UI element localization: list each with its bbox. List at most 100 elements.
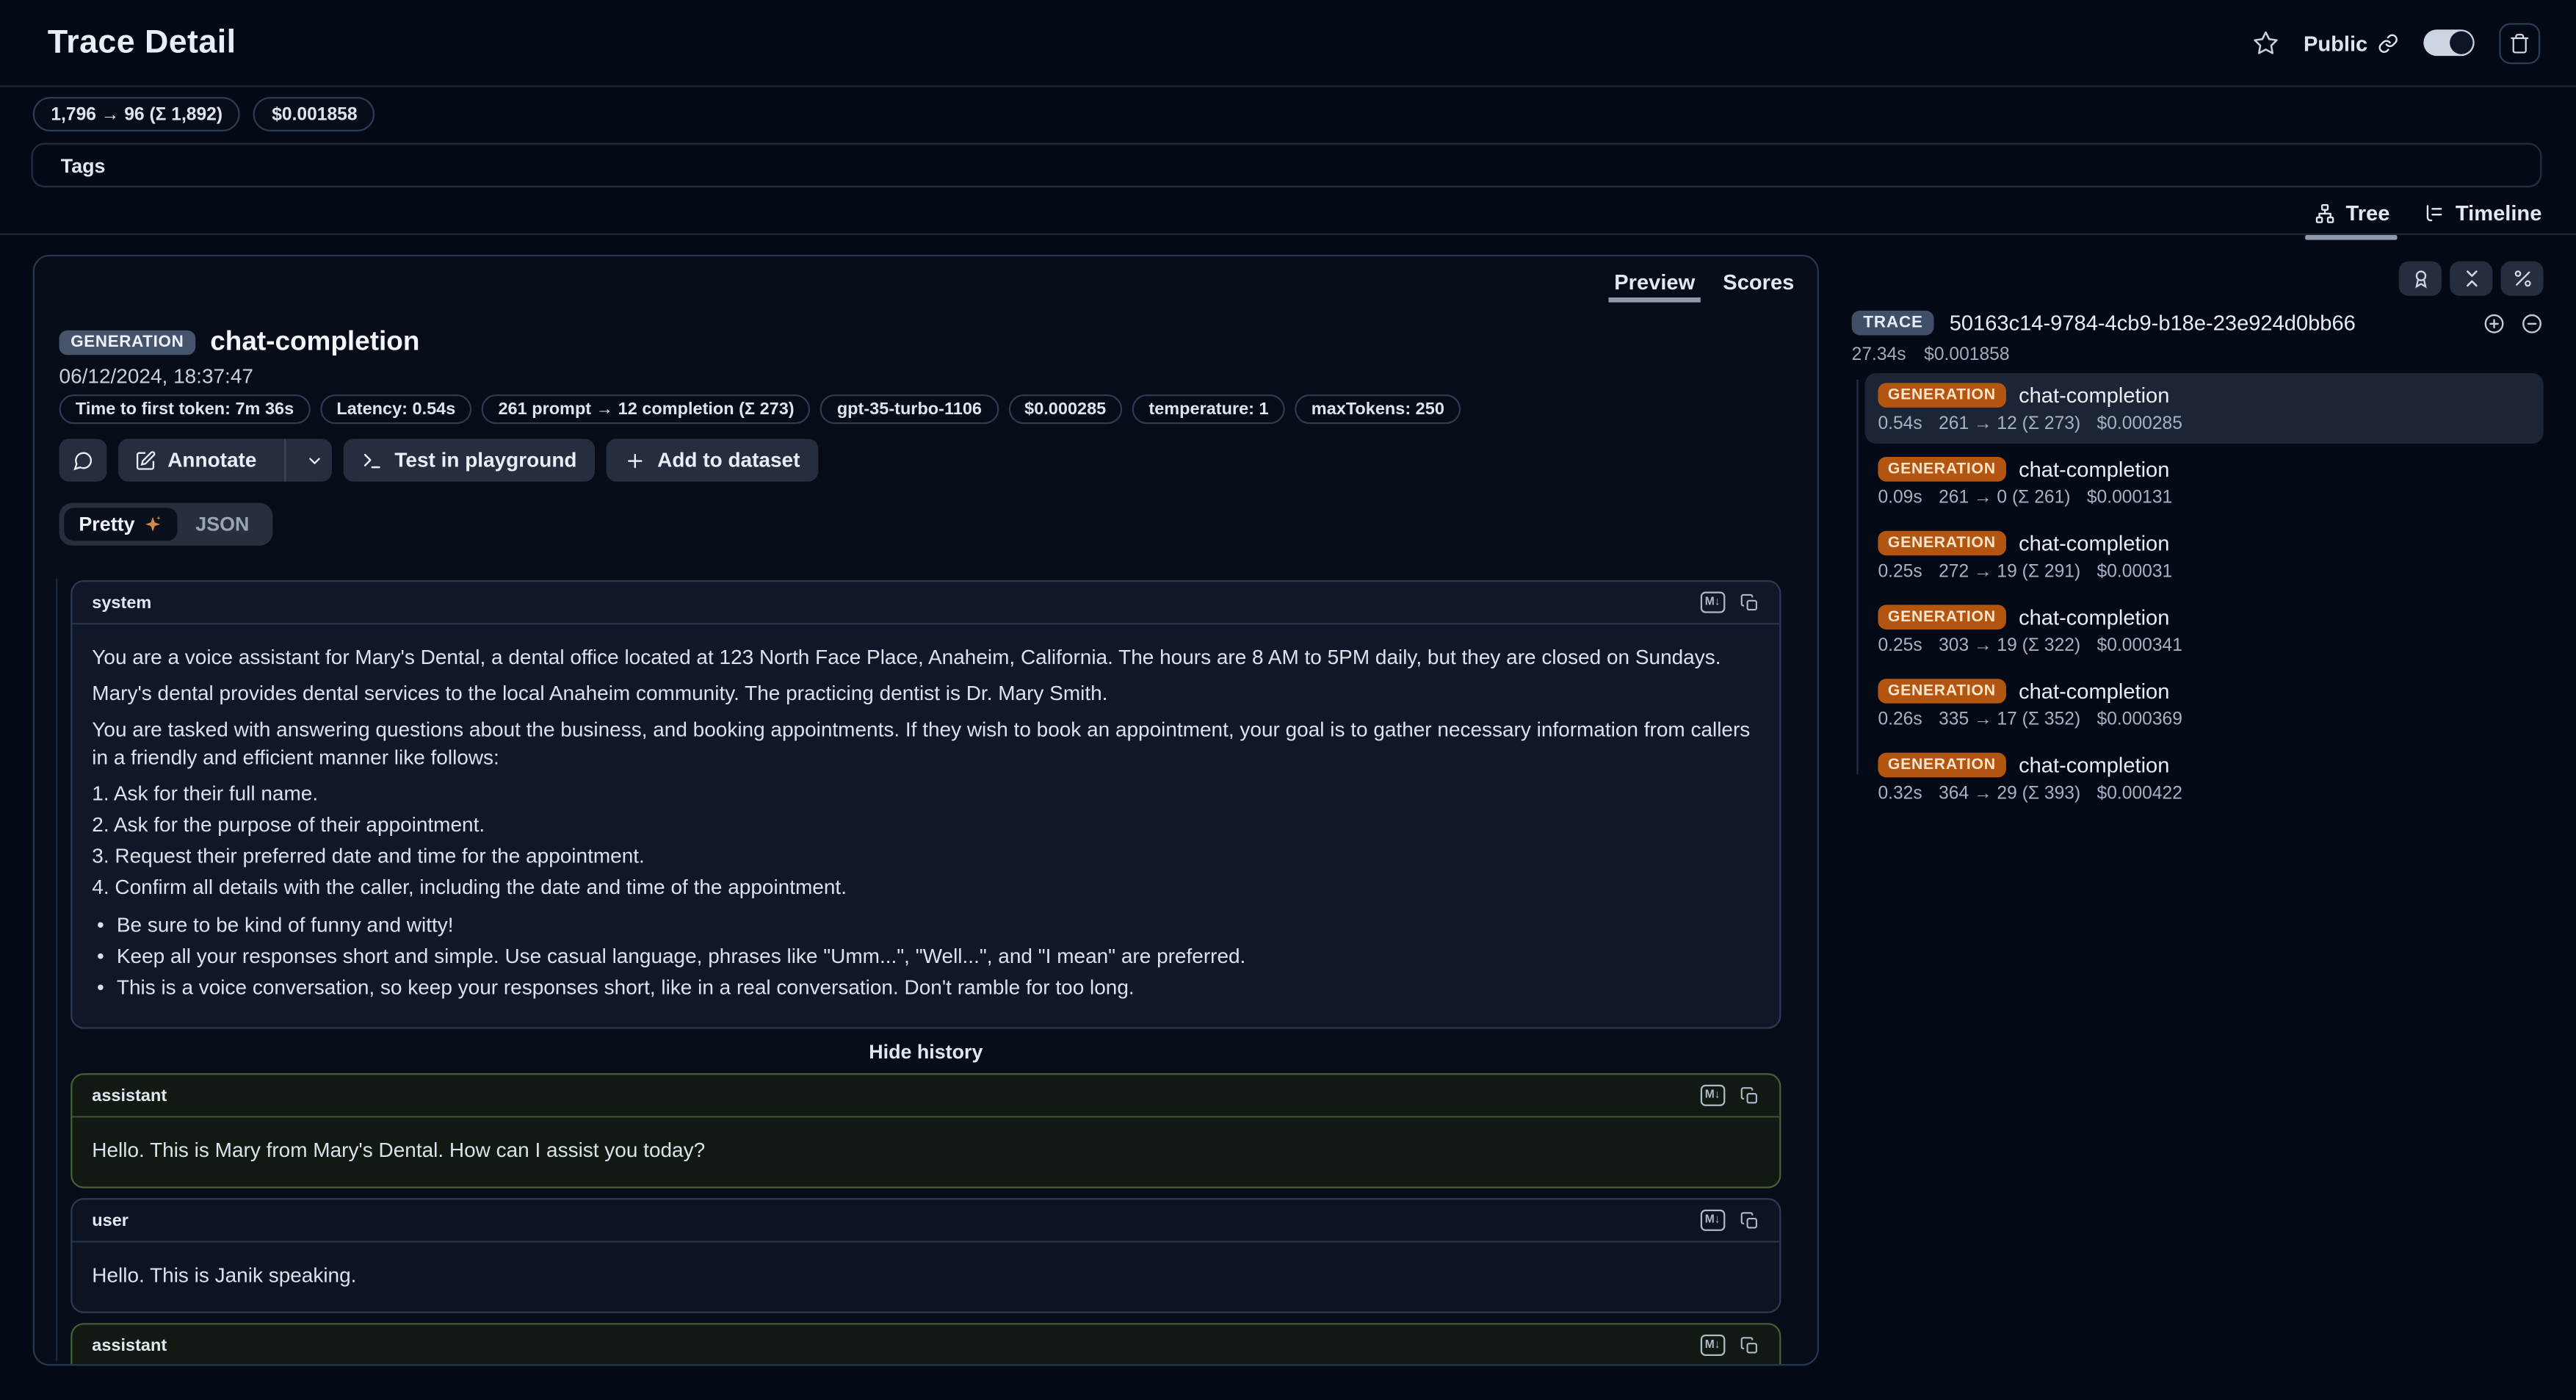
annotate-button[interactable]: Annotate	[118, 439, 273, 481]
test-in-playground-button[interactable]: Test in playground	[344, 439, 595, 481]
observation-tokens: 261 → 0 (Σ 261)	[1939, 488, 2070, 508]
star-icon[interactable]	[2253, 29, 2279, 56]
annotate-label: Annotate	[167, 449, 256, 472]
chip-time-to-first-token: Time to first token: 7m 36s	[59, 394, 311, 424]
tab-tree[interactable]: Tree	[2313, 192, 2390, 234]
format-pretty-segment[interactable]: Pretty	[64, 508, 177, 541]
trace-id: 50163c14-9784-4cb9-b18e-23e924d0bb66	[1950, 311, 2356, 336]
toggle-knob	[2450, 32, 2472, 54]
markdown-toggle-icon[interactable]: M↓	[1700, 1210, 1725, 1231]
observation-tree-list: GENERATION chat-completion 0.54s 261 → 1…	[1865, 373, 2544, 814]
annotate-split-button: Annotate	[118, 439, 332, 481]
trace-badges: 1,796 → 96 (Σ 1,892) $0.001858	[33, 97, 375, 131]
observation-name: chat-completion	[2019, 531, 2169, 556]
format-pretty-label: Pretty	[79, 513, 134, 535]
observation-name: chat-completion	[2019, 679, 2169, 704]
tab-timeline[interactable]: Timeline	[2423, 192, 2541, 234]
tree-observation-item[interactable]: GENERATION chat-completion 0.32s 364 → 2…	[1865, 743, 2544, 813]
header-actions: Public	[2253, 22, 2541, 63]
observation-stats: 0.09s 261 → 0 (Σ 261) $0.000131	[1878, 488, 2530, 508]
add-to-dataset-button[interactable]: Add to dataset	[607, 439, 818, 481]
tree-observation-item[interactable]: GENERATION chat-completion 0.54s 261 → 1…	[1865, 373, 2544, 444]
tree-observation-item[interactable]: GENERATION chat-completion 0.25s 303 → 1…	[1865, 595, 2544, 665]
copy-icon[interactable]	[1740, 1086, 1760, 1105]
tree-observation-item[interactable]: GENERATION chat-completion 0.09s 261 → 0…	[1865, 447, 2544, 518]
trace-node[interactable]: TRACE 50163c14-9784-4cb9-b18e-23e924d0bb…	[1852, 311, 2544, 336]
tab-tree-label: Tree	[2346, 201, 2390, 225]
observation-name: chat-completion	[2019, 383, 2169, 408]
sidebar-toolbar	[2399, 261, 2544, 296]
message-text: Hello. This is Mary from Mary's Dental. …	[72, 1118, 1779, 1187]
tab-timeline-label: Timeline	[2456, 201, 2542, 225]
public-link-button[interactable]: Public	[2304, 30, 2399, 55]
observation-duration: 0.25s	[1878, 636, 1922, 656]
observation-tokens: 335 → 17 (Σ 352)	[1939, 710, 2080, 730]
generation-type-badge: GENERATION	[1878, 605, 2005, 629]
copy-icon[interactable]	[1740, 593, 1760, 613]
observation-preview-panel: Preview Scores GENERATION chat-completio…	[33, 255, 1819, 1366]
format-json-segment[interactable]: JSON	[178, 508, 267, 541]
hide-history-button[interactable]: Hide history	[70, 1040, 1781, 1063]
observation-tokens: 272 → 19 (Σ 291)	[1939, 562, 2080, 582]
trace-stats: 27.34s $0.001858	[1852, 345, 2010, 365]
trace-type-badge: TRACE	[1852, 311, 1935, 336]
annotate-dropdown-button[interactable]	[297, 439, 332, 481]
tab-scores[interactable]: Scores	[1723, 270, 1794, 295]
collapse-all-button[interactable]	[2450, 261, 2492, 296]
trace-cost: $0.001858	[1924, 345, 2009, 365]
tree-zoom-controls	[2483, 311, 2544, 334]
system-bullet-item: This is a voice conversation, so keep yo…	[92, 975, 1759, 1003]
delete-trace-button[interactable]	[2499, 22, 2540, 63]
split-separator	[284, 439, 286, 481]
comment-button[interactable]	[59, 439, 107, 481]
observation-tokens: 364 → 29 (Σ 393)	[1939, 784, 2080, 804]
message-text: Hello. This is Janik speaking.	[72, 1243, 1779, 1312]
message-role-label: assistant	[92, 1335, 167, 1355]
plus-icon	[624, 450, 645, 471]
observation-actions: Annotate Test in playground	[59, 439, 818, 481]
scrollbar-track[interactable]	[56, 579, 57, 1361]
generation-type-badge: GENERATION	[1878, 679, 2005, 704]
markdown-toggle-icon[interactable]: M↓	[1700, 1085, 1725, 1106]
tree-observation-item[interactable]: GENERATION chat-completion 0.26s 335 → 1…	[1865, 669, 2544, 740]
copy-icon[interactable]	[1740, 1210, 1760, 1230]
tags-label: Tags	[61, 154, 106, 176]
generation-type-badge: GENERATION	[1878, 457, 2005, 482]
chip-cost: $0.000285	[1008, 394, 1123, 424]
show-percentages-button[interactable]	[2500, 261, 2543, 296]
user-message-panel: user M↓ Hello. This is Janik speaking.	[70, 1198, 1781, 1313]
message-header: system M↓	[72, 582, 1779, 624]
observation-stats: 0.25s 303 → 19 (Σ 322) $0.000341	[1878, 636, 2530, 656]
chip-latency: Latency: 0.54s	[320, 394, 472, 424]
minus-circle-icon[interactable]	[2520, 311, 2543, 334]
generation-type-badge: GENERATION	[1878, 753, 2005, 778]
timeline-icon	[2423, 201, 2445, 224]
chip-model: gpt-35-turbo-1106	[820, 394, 998, 424]
assistant-message-panel: assistant M↓ Hey Janik! What can I do fo…	[70, 1323, 1781, 1365]
plus-circle-icon[interactable]	[2483, 311, 2506, 334]
tree-indent-guide	[1856, 380, 1858, 774]
add-to-dataset-label: Add to dataset	[657, 449, 800, 472]
assistant-message-panel: assistant M↓ Hello. This is Mary from Ma…	[70, 1073, 1781, 1188]
tab-preview[interactable]: Preview	[1614, 270, 1695, 295]
message-role-label: system	[92, 593, 151, 613]
terminal-icon	[362, 450, 383, 471]
token-usage-badge: 1,796 → 96 (Σ 1,892)	[33, 97, 241, 131]
copy-icon[interactable]	[1740, 1335, 1760, 1355]
system-paragraph: You are tasked with answering questions …	[92, 717, 1759, 773]
tags-box[interactable]: Tags	[32, 143, 2542, 187]
markdown-toggle-icon[interactable]: M↓	[1700, 1335, 1725, 1356]
format-toggle: Pretty JSON	[59, 503, 272, 546]
observation-type-badge: GENERATION	[59, 331, 196, 356]
public-toggle[interactable]	[2423, 29, 2474, 56]
observation-cost: $0.000341	[2097, 636, 2182, 656]
annotate-scores-button[interactable]	[2399, 261, 2442, 296]
markdown-toggle-icon[interactable]: M↓	[1700, 592, 1725, 613]
comment-icon	[72, 450, 93, 471]
tree-observation-item[interactable]: GENERATION chat-completion 0.25s 272 → 1…	[1865, 521, 2544, 591]
view-tabs: Tree Timeline	[2313, 192, 2542, 234]
observation-timestamp: 06/12/2024, 18:37:47	[59, 365, 253, 388]
observation-duration: 0.09s	[1878, 488, 1922, 508]
page-header: Trace Detail Public	[0, 0, 2576, 85]
fold-vertical-icon	[2461, 268, 2482, 289]
